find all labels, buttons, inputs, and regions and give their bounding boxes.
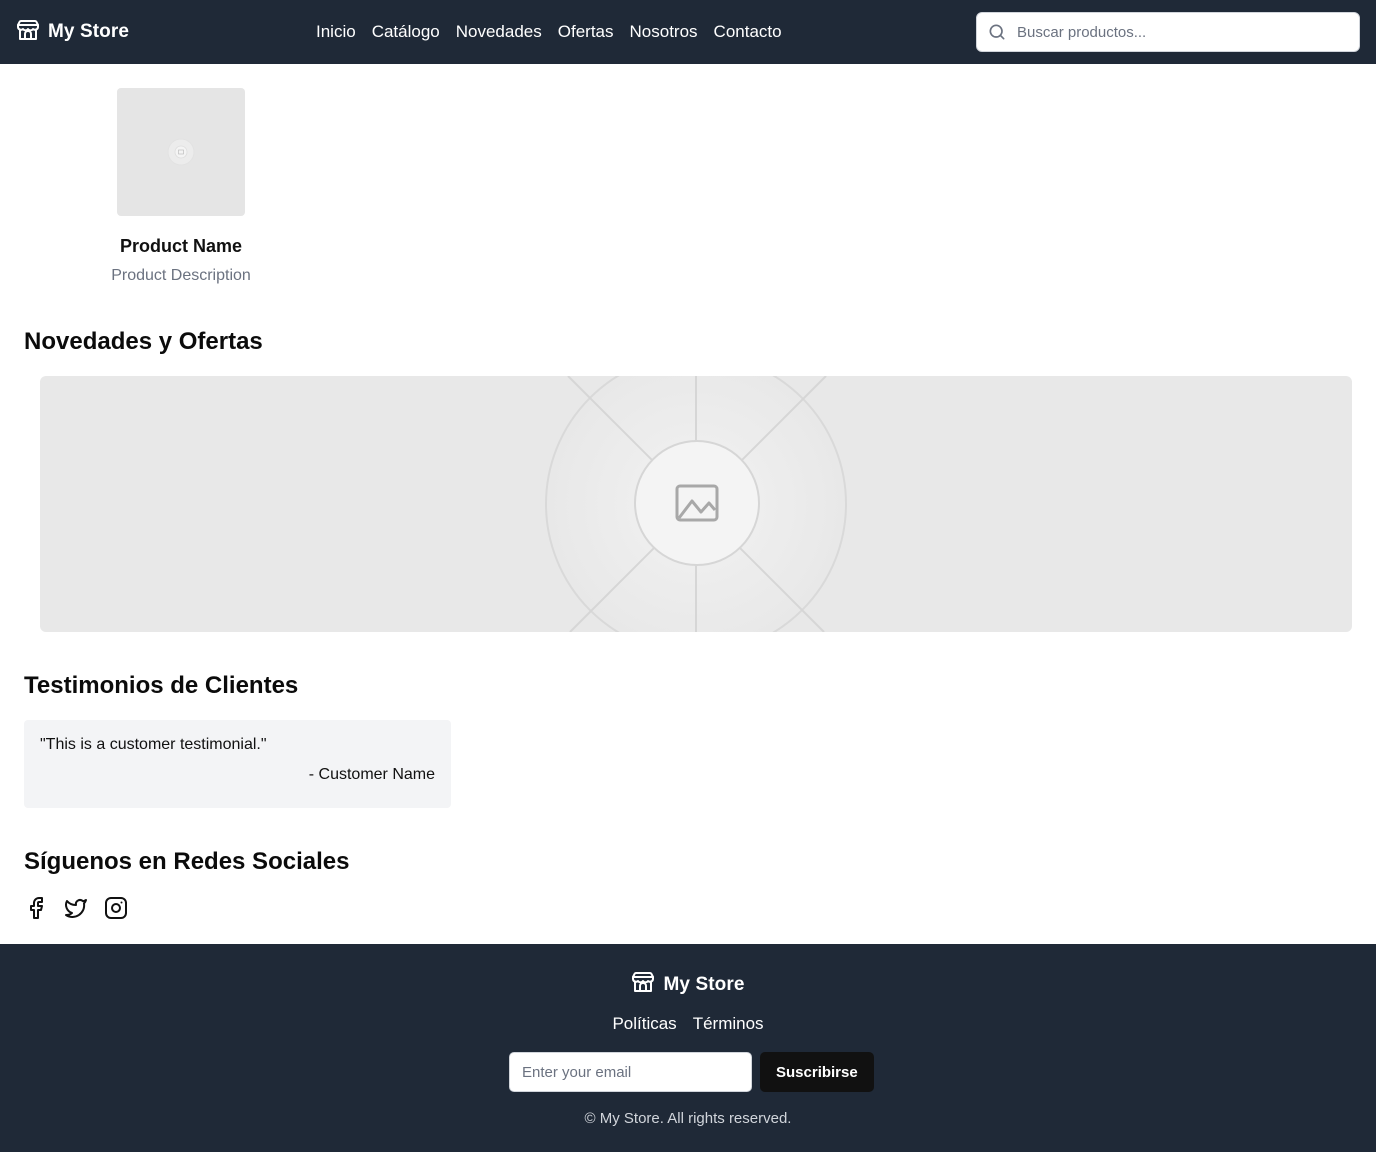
brand-name: My Store — [48, 21, 130, 42]
search-input[interactable] — [1017, 14, 1347, 50]
nav-link-nosotros[interactable]: Nosotros — [630, 22, 698, 42]
nav-link-ofertas[interactable]: Ofertas — [558, 22, 614, 42]
product-name: Product Name — [119, 236, 243, 256]
product-description: Product Description — [111, 267, 251, 284]
nav-link-catalogo[interactable]: Catálogo — [372, 22, 440, 42]
social-section-title: Síguenos en Redes Sociales — [24, 848, 350, 875]
search-icon — [977, 13, 1017, 51]
image-placeholder-icon — [480, 376, 916, 632]
offers-banner-placeholder[interactable] — [40, 376, 1352, 632]
subscribe-button[interactable]: Suscribirse — [760, 1052, 874, 1092]
site-header: My Store Inicio Catálogo Novedades Ofert… — [0, 0, 1376, 64]
newsletter-form: Suscribirse — [509, 1052, 874, 1092]
search-box — [976, 12, 1360, 52]
copyright-text: © My Store. All rights reserved. — [584, 1110, 792, 1127]
facebook-icon[interactable] — [24, 896, 48, 920]
product-image-placeholder — [117, 88, 245, 216]
footer-link-terminos[interactable]: Términos — [693, 1014, 764, 1034]
image-placeholder-icon — [167, 138, 195, 166]
store-icon — [16, 18, 40, 47]
main-nav: Inicio Catálogo Novedades Ofertas Nosotr… — [316, 0, 782, 64]
footer-brand-name: My Store — [663, 973, 745, 995]
testimonials-section-title: Testimonios de Clientes — [24, 672, 299, 699]
site-footer: My Store Políticas Términos Suscribirse … — [0, 944, 1376, 1152]
instagram-icon[interactable] — [104, 896, 128, 920]
brand-logo[interactable]: My Store — [16, 0, 129, 64]
store-icon — [631, 970, 655, 999]
product-card[interactable]: Product Name Product Description — [96, 88, 266, 285]
footer-links: Políticas Términos — [0, 1014, 1376, 1034]
testimonial-author: - Customer Name — [308, 766, 435, 783]
footer-brand: My Store — [0, 970, 1376, 999]
nav-link-contacto[interactable]: Contacto — [714, 22, 782, 42]
footer-link-politicas[interactable]: Políticas — [612, 1014, 676, 1034]
testimonial-card: "This is a customer testimonial." - Cust… — [24, 720, 451, 808]
news-section-title: Novedades y Ofertas — [24, 328, 263, 355]
email-field[interactable] — [509, 1052, 752, 1092]
twitter-icon[interactable] — [64, 896, 88, 920]
social-links — [24, 896, 128, 920]
nav-link-novedades[interactable]: Novedades — [456, 22, 542, 42]
nav-link-inicio[interactable]: Inicio — [316, 22, 356, 42]
testimonial-quote: "This is a customer testimonial." — [40, 736, 267, 753]
